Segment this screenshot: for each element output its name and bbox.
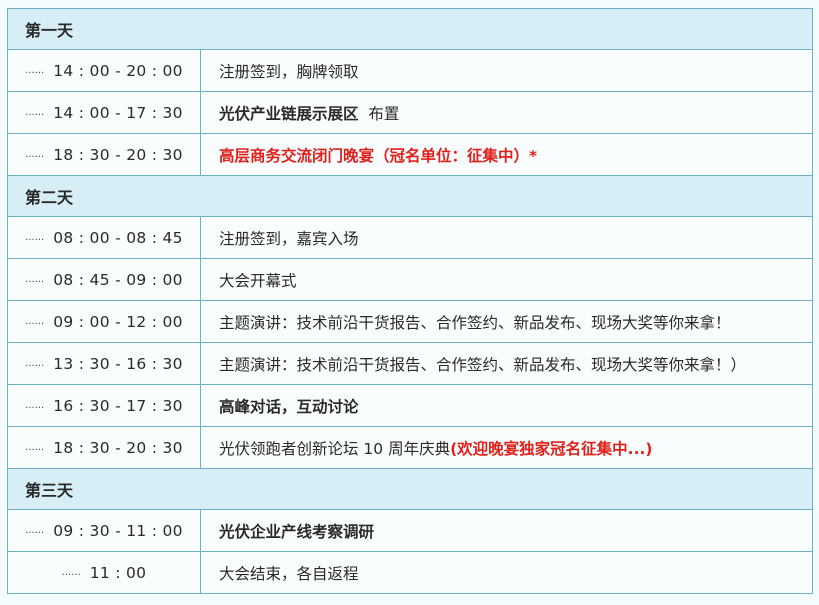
schedule-row: ······ 18 : 30 - 20 : 30 光伏领跑者创新论坛 10 周年庆… [7, 426, 814, 469]
time-range: 14 : 00 - 17 : 30 [53, 103, 183, 122]
schedule-row: ······ 11 : 00 大会结束，各自返程 [7, 551, 814, 594]
leader-dots: ······ [25, 402, 45, 414]
leader-dots: ······ [25, 318, 45, 330]
time-cell: ······ 18 : 30 - 20 : 30 [7, 133, 201, 176]
event-cell: 主题演讲：技术前沿干货报告、合作签约、新品发布、现场大奖等你来拿！） [199, 342, 814, 385]
leader-dots: ······ [25, 234, 45, 246]
time-range: 08 : 00 - 08 : 45 [53, 228, 183, 247]
time-range: 11 : 00 [89, 563, 147, 582]
time-range: 16 : 30 - 17 : 30 [53, 396, 183, 415]
time-range: 18 : 30 - 20 : 30 [53, 438, 183, 457]
event-cell: 高峰对话，互动讨论 [199, 384, 814, 427]
event-bold-text: 光伏产业链展示展区 [219, 104, 359, 123]
event-text: 主题演讲：技术前沿干货报告、合作签约、新品发布、现场大奖等你来拿！ [219, 313, 731, 332]
event-text: 注册签到，嘉宾入场 [219, 229, 359, 248]
time-range: 13 : 30 - 16 : 30 [53, 354, 183, 373]
schedule-row: ······ 08 : 00 - 08 : 45 注册签到，嘉宾入场 [7, 216, 814, 259]
event-bold-text: 高峰对话，互动讨论 [219, 397, 359, 416]
schedule-row: ······ 14 : 00 - 17 : 30 光伏产业链展示展区 布置 [7, 91, 814, 134]
event-cell: 注册签到，胸牌领取 [199, 49, 814, 92]
leader-dots: ······ [25, 360, 45, 372]
schedule-row: ······ 18 : 30 - 20 : 30 高层商务交流闭门晚宴（冠名单位：… [7, 133, 814, 176]
time-cell: ······ 08 : 00 - 08 : 45 [7, 216, 201, 259]
schedule-table: 第一天 ······ 14 : 00 - 20 : 00 注册签到，胸牌领取 ··… [6, 8, 814, 594]
schedule-row: ······ 13 : 30 - 16 : 30 主题演讲：技术前沿干货报告、合作… [7, 342, 814, 385]
time-cell: ······ 16 : 30 - 17 : 30 [7, 384, 201, 427]
event-bold-text: 光伏企业产线考察调研 [219, 522, 375, 541]
time-cell: ······ 09 : 30 - 11 : 00 [7, 509, 201, 552]
schedule-row: ······ 08 : 45 - 09 : 00 大会开幕式 [7, 258, 814, 301]
time-cell: ······ 09 : 00 - 12 : 00 [7, 300, 201, 343]
event-text: 大会开幕式 [219, 271, 297, 290]
time-range: 09 : 00 - 12 : 00 [53, 312, 183, 331]
time-range: 09 : 30 - 11 : 00 [53, 521, 183, 540]
event-highlight-text: (欢迎晚宴独家冠名征集中...) [450, 439, 653, 458]
leader-dots: ······ [61, 569, 81, 581]
event-cell: 光伏产业链展示展区 布置 [199, 91, 814, 134]
time-range: 14 : 00 - 20 : 00 [53, 61, 183, 80]
leader-dots: ······ [25, 444, 45, 456]
event-text: 光伏领跑者创新论坛 10 周年庆典 [219, 439, 451, 458]
leader-dots: ······ [25, 527, 45, 539]
leader-dots: ······ [25, 276, 45, 288]
time-cell: ······ 18 : 30 - 20 : 30 [7, 426, 201, 469]
event-text: 注册签到，胸牌领取 [219, 62, 359, 81]
event-text: 大会结束，各自返程 [219, 564, 359, 583]
day-label: 第二天 [6, 175, 814, 217]
time-cell: ······ 14 : 00 - 20 : 00 [7, 49, 201, 92]
day-label: 第三天 [6, 468, 814, 510]
event-highlight-text: 高层商务交流闭门晚宴（冠名单位：征集中）* [219, 146, 538, 165]
day-label: 第一天 [6, 8, 814, 50]
day-header-row: 第二天 [6, 175, 814, 217]
time-cell: ······ 08 : 45 - 09 : 00 [7, 258, 201, 301]
time-cell: ······ 11 : 00 [7, 551, 201, 594]
time-cell: ······ 14 : 00 - 17 : 30 [7, 91, 201, 134]
leader-dots: ······ [25, 109, 45, 121]
event-cell: 高层商务交流闭门晚宴（冠名单位：征集中）* [199, 133, 814, 176]
time-range: 18 : 30 - 20 : 30 [53, 145, 183, 164]
event-cell: 大会开幕式 [199, 258, 814, 301]
schedule-row: ······ 16 : 30 - 17 : 30 高峰对话，互动讨论 [7, 384, 814, 427]
event-cell: 大会结束，各自返程 [199, 551, 814, 594]
schedule-row: ······ 09 : 30 - 11 : 00 光伏企业产线考察调研 [7, 509, 814, 552]
event-cell: 光伏领跑者创新论坛 10 周年庆典(欢迎晚宴独家冠名征集中...) [199, 426, 814, 469]
schedule-row: ······ 14 : 00 - 20 : 00 注册签到，胸牌领取 [7, 49, 814, 92]
event-cell: 注册签到，嘉宾入场 [199, 216, 814, 259]
schedule-row: ······ 09 : 00 - 12 : 00 主题演讲：技术前沿干货报告、合作… [7, 300, 814, 343]
leader-dots: ······ [25, 151, 45, 163]
event-text: 主题演讲：技术前沿干货报告、合作签约、新品发布、现场大奖等你来拿！） [219, 355, 747, 374]
event-cell: 光伏企业产线考察调研 [199, 509, 814, 552]
day-header-row: 第一天 [6, 8, 814, 50]
day-header-row: 第三天 [6, 468, 814, 510]
time-range: 08 : 45 - 09 : 00 [53, 270, 183, 289]
leader-dots: ······ [25, 67, 45, 79]
event-cell: 主题演讲：技术前沿干货报告、合作签约、新品发布、现场大奖等你来拿！ [199, 300, 814, 343]
event-text: 布置 [368, 104, 400, 123]
time-cell: ······ 13 : 30 - 16 : 30 [7, 342, 201, 385]
